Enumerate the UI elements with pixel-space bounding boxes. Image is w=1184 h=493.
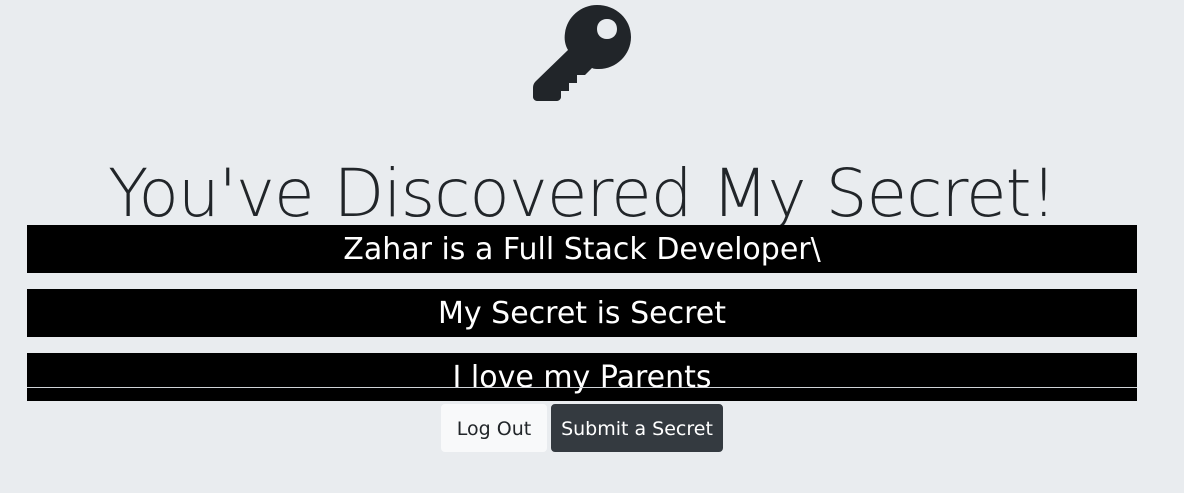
secret-item: I love my Parents xyxy=(27,353,1137,401)
secret-item: My Secret is Secret xyxy=(27,289,1137,337)
logout-button[interactable]: Log Out xyxy=(441,404,547,452)
secret-item: Zahar is a Full Stack Developer\ xyxy=(27,225,1137,273)
jumbotron: You've Discovered My Secret! Zahar is a … xyxy=(0,0,1184,493)
key-icon xyxy=(533,5,631,101)
page-title: You've Discovered My Secret! xyxy=(108,155,1057,233)
submit-secret-button[interactable]: Submit a Secret xyxy=(551,404,723,452)
divider xyxy=(27,387,1137,388)
